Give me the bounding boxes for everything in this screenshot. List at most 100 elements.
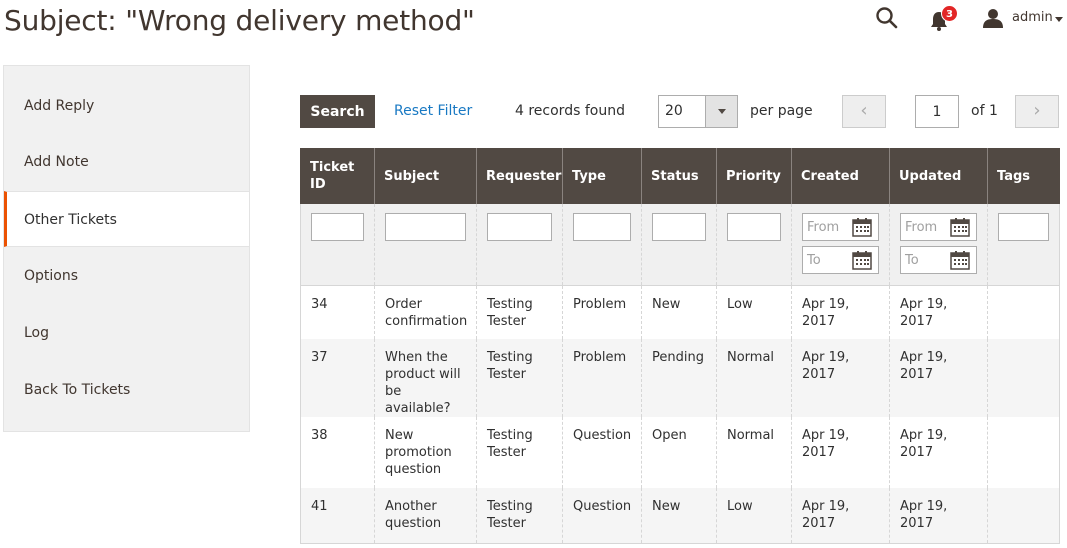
- chevron-down-icon: [1055, 17, 1063, 22]
- cell-tags: [987, 285, 1060, 339]
- filter-type-input[interactable]: [573, 213, 631, 241]
- user-name: admin: [1012, 10, 1053, 25]
- filter-placeholder: To: [807, 253, 821, 268]
- cell-requester: Testing Tester: [476, 417, 563, 488]
- table-row[interactable]: 41 Another question Testing Tester Quest…: [300, 488, 1060, 544]
- cell-tags: [987, 417, 1060, 488]
- chevron-left-icon: ‹: [860, 100, 868, 121]
- sidebar-item-other-tickets[interactable]: Other Tickets: [4, 191, 249, 247]
- filter-status-input[interactable]: [652, 213, 706, 241]
- calendar-icon[interactable]: [950, 251, 970, 270]
- cell-type: Question: [562, 417, 642, 488]
- cell-created: Apr 19, 2017: [791, 285, 890, 339]
- cell-status: New: [641, 285, 717, 339]
- filter-placeholder: From: [905, 220, 938, 235]
- filter-updated-to-input[interactable]: To: [900, 246, 977, 274]
- sidebar-item-options[interactable]: Options: [4, 248, 249, 304]
- cell-updated: Apr 19, 2017: [889, 339, 988, 417]
- cell-status: New: [641, 488, 717, 544]
- sidebar-item-back-to-tickets[interactable]: Back To Tickets: [4, 362, 249, 418]
- cell-updated: Apr 19, 2017: [889, 285, 988, 339]
- cell-requester: Testing Tester: [476, 285, 563, 339]
- cell-created: Apr 19, 2017: [791, 488, 890, 544]
- filter-updated-from-input[interactable]: From: [900, 213, 977, 241]
- filter-placeholder: From: [807, 220, 840, 235]
- search-icon: [876, 7, 898, 29]
- filter-subject-input[interactable]: [385, 213, 466, 241]
- table-row[interactable]: 37 When the product will be available? T…: [300, 339, 1060, 417]
- cell-ticket-id: 38: [300, 417, 375, 488]
- grid-header-row: Ticket ID Subject Requester Type Status …: [300, 148, 1060, 204]
- cell-updated: Apr 19, 2017: [889, 417, 988, 488]
- search-button[interactable]: Search: [300, 95, 375, 128]
- column-header-status[interactable]: Status: [641, 148, 717, 204]
- cell-updated: Apr 19, 2017: [889, 488, 988, 544]
- next-page-button[interactable]: ›: [1015, 95, 1059, 128]
- records-found: 4 records found: [515, 103, 625, 119]
- cell-type: Problem: [562, 339, 642, 417]
- column-header-ticket-id[interactable]: Ticket ID: [300, 148, 375, 204]
- reset-filter-link[interactable]: Reset Filter: [394, 103, 472, 119]
- previous-page-button[interactable]: ‹: [842, 95, 886, 128]
- cell-subject: Order confirmation: [374, 285, 477, 339]
- filter-priority-input[interactable]: [727, 213, 781, 241]
- notifications-badge: 3: [941, 5, 958, 22]
- column-header-requester[interactable]: Requester: [476, 148, 563, 204]
- cell-status: Open: [641, 417, 717, 488]
- calendar-icon[interactable]: [852, 218, 872, 237]
- cell-ticket-id: 37: [300, 339, 375, 417]
- cell-tags: [987, 488, 1060, 544]
- cell-subject: When the product will be available?: [374, 339, 477, 417]
- column-header-updated[interactable]: Updated: [889, 148, 988, 204]
- column-header-tags[interactable]: Tags: [987, 148, 1060, 204]
- filter-requester-input[interactable]: [487, 213, 552, 241]
- cell-priority: Normal: [716, 417, 792, 488]
- cell-ticket-id: 34: [300, 285, 375, 339]
- table-row[interactable]: 34 Order confirmation Testing Tester Pro…: [300, 285, 1060, 339]
- cell-created: Apr 19, 2017: [791, 417, 890, 488]
- cell-subject: Another question: [374, 488, 477, 544]
- sidebar: Add Reply Add Note Other Tickets Options…: [3, 65, 250, 432]
- cell-requester: Testing Tester: [476, 339, 563, 417]
- column-header-priority[interactable]: Priority: [716, 148, 792, 204]
- sidebar-item-log[interactable]: Log: [4, 305, 249, 361]
- page-number-input[interactable]: [915, 95, 959, 128]
- column-header-created[interactable]: Created: [791, 148, 890, 204]
- cell-ticket-id: 41: [300, 488, 375, 544]
- calendar-icon[interactable]: [950, 218, 970, 237]
- cell-requester: Testing Tester: [476, 488, 563, 544]
- filter-created-from-input[interactable]: From: [802, 213, 879, 241]
- filter-tags-input[interactable]: [998, 213, 1049, 241]
- cell-created: Apr 19, 2017: [791, 339, 890, 417]
- cell-type: Question: [562, 488, 642, 544]
- user-icon: [983, 9, 1003, 28]
- calendar-icon[interactable]: [852, 251, 872, 270]
- filter-placeholder: To: [905, 253, 919, 268]
- global-search-button[interactable]: [875, 6, 899, 30]
- filter-row: From To From To: [300, 204, 1060, 286]
- page-title: Subject: "Wrong delivery method": [4, 4, 475, 37]
- column-header-subject[interactable]: Subject: [374, 148, 477, 204]
- sidebar-item-add-note[interactable]: Add Note: [4, 134, 249, 190]
- cell-priority: Low: [716, 488, 792, 544]
- chevron-down-icon: [705, 96, 737, 127]
- notifications-button[interactable]: 3: [929, 5, 959, 32]
- cell-tags: [987, 339, 1060, 417]
- admin-user-menu[interactable]: admin: [983, 8, 1067, 28]
- cell-priority: Normal: [716, 339, 792, 417]
- table-row[interactable]: 38 New promotion question Testing Tester…: [300, 417, 1060, 488]
- sidebar-item-add-reply[interactable]: Add Reply: [4, 78, 249, 134]
- grid-toolbar: Search Reset Filter 4 records found 20 p…: [300, 95, 1059, 129]
- per-page-label: per page: [750, 103, 813, 119]
- cell-status: Pending: [641, 339, 717, 417]
- filter-created-to-input[interactable]: To: [802, 246, 879, 274]
- filter-ticket-id-input[interactable]: [311, 213, 364, 241]
- page-total: of 1: [971, 103, 998, 119]
- cell-type: Problem: [562, 285, 642, 339]
- per-page-select[interactable]: 20: [658, 95, 738, 128]
- column-header-type[interactable]: Type: [562, 148, 642, 204]
- per-page-value: 20: [665, 103, 683, 119]
- tickets-grid: Ticket ID Subject Requester Type Status …: [300, 148, 1060, 544]
- cell-priority: Low: [716, 285, 792, 339]
- cell-subject: New promotion question: [374, 417, 477, 488]
